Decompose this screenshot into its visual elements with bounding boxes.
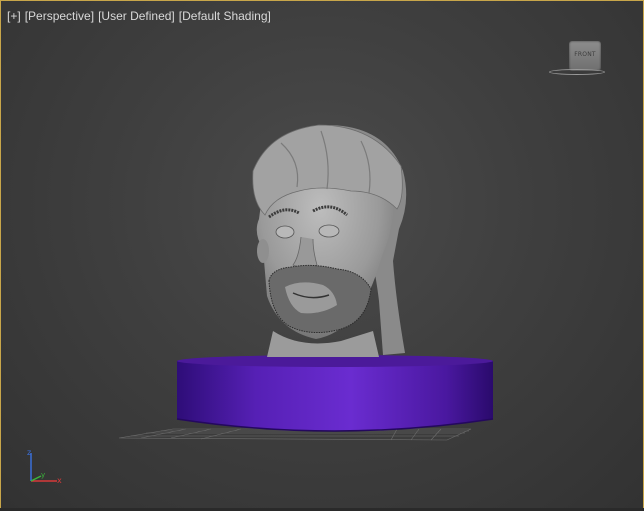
scene-canvas bbox=[118, 124, 494, 441]
axis-y-label: y bbox=[41, 471, 45, 479]
beard-mesh[interactable] bbox=[268, 264, 372, 333]
axis-z-label: z bbox=[27, 448, 31, 457]
axis-tripod-icon: z y x bbox=[27, 448, 62, 485]
pedestal-cylinder[interactable] bbox=[176, 355, 494, 432]
perspective-viewport[interactable]: [+] [Perspective] [User Defined] [Defaul… bbox=[0, 0, 644, 509]
axis-x-label: x bbox=[57, 476, 62, 485]
